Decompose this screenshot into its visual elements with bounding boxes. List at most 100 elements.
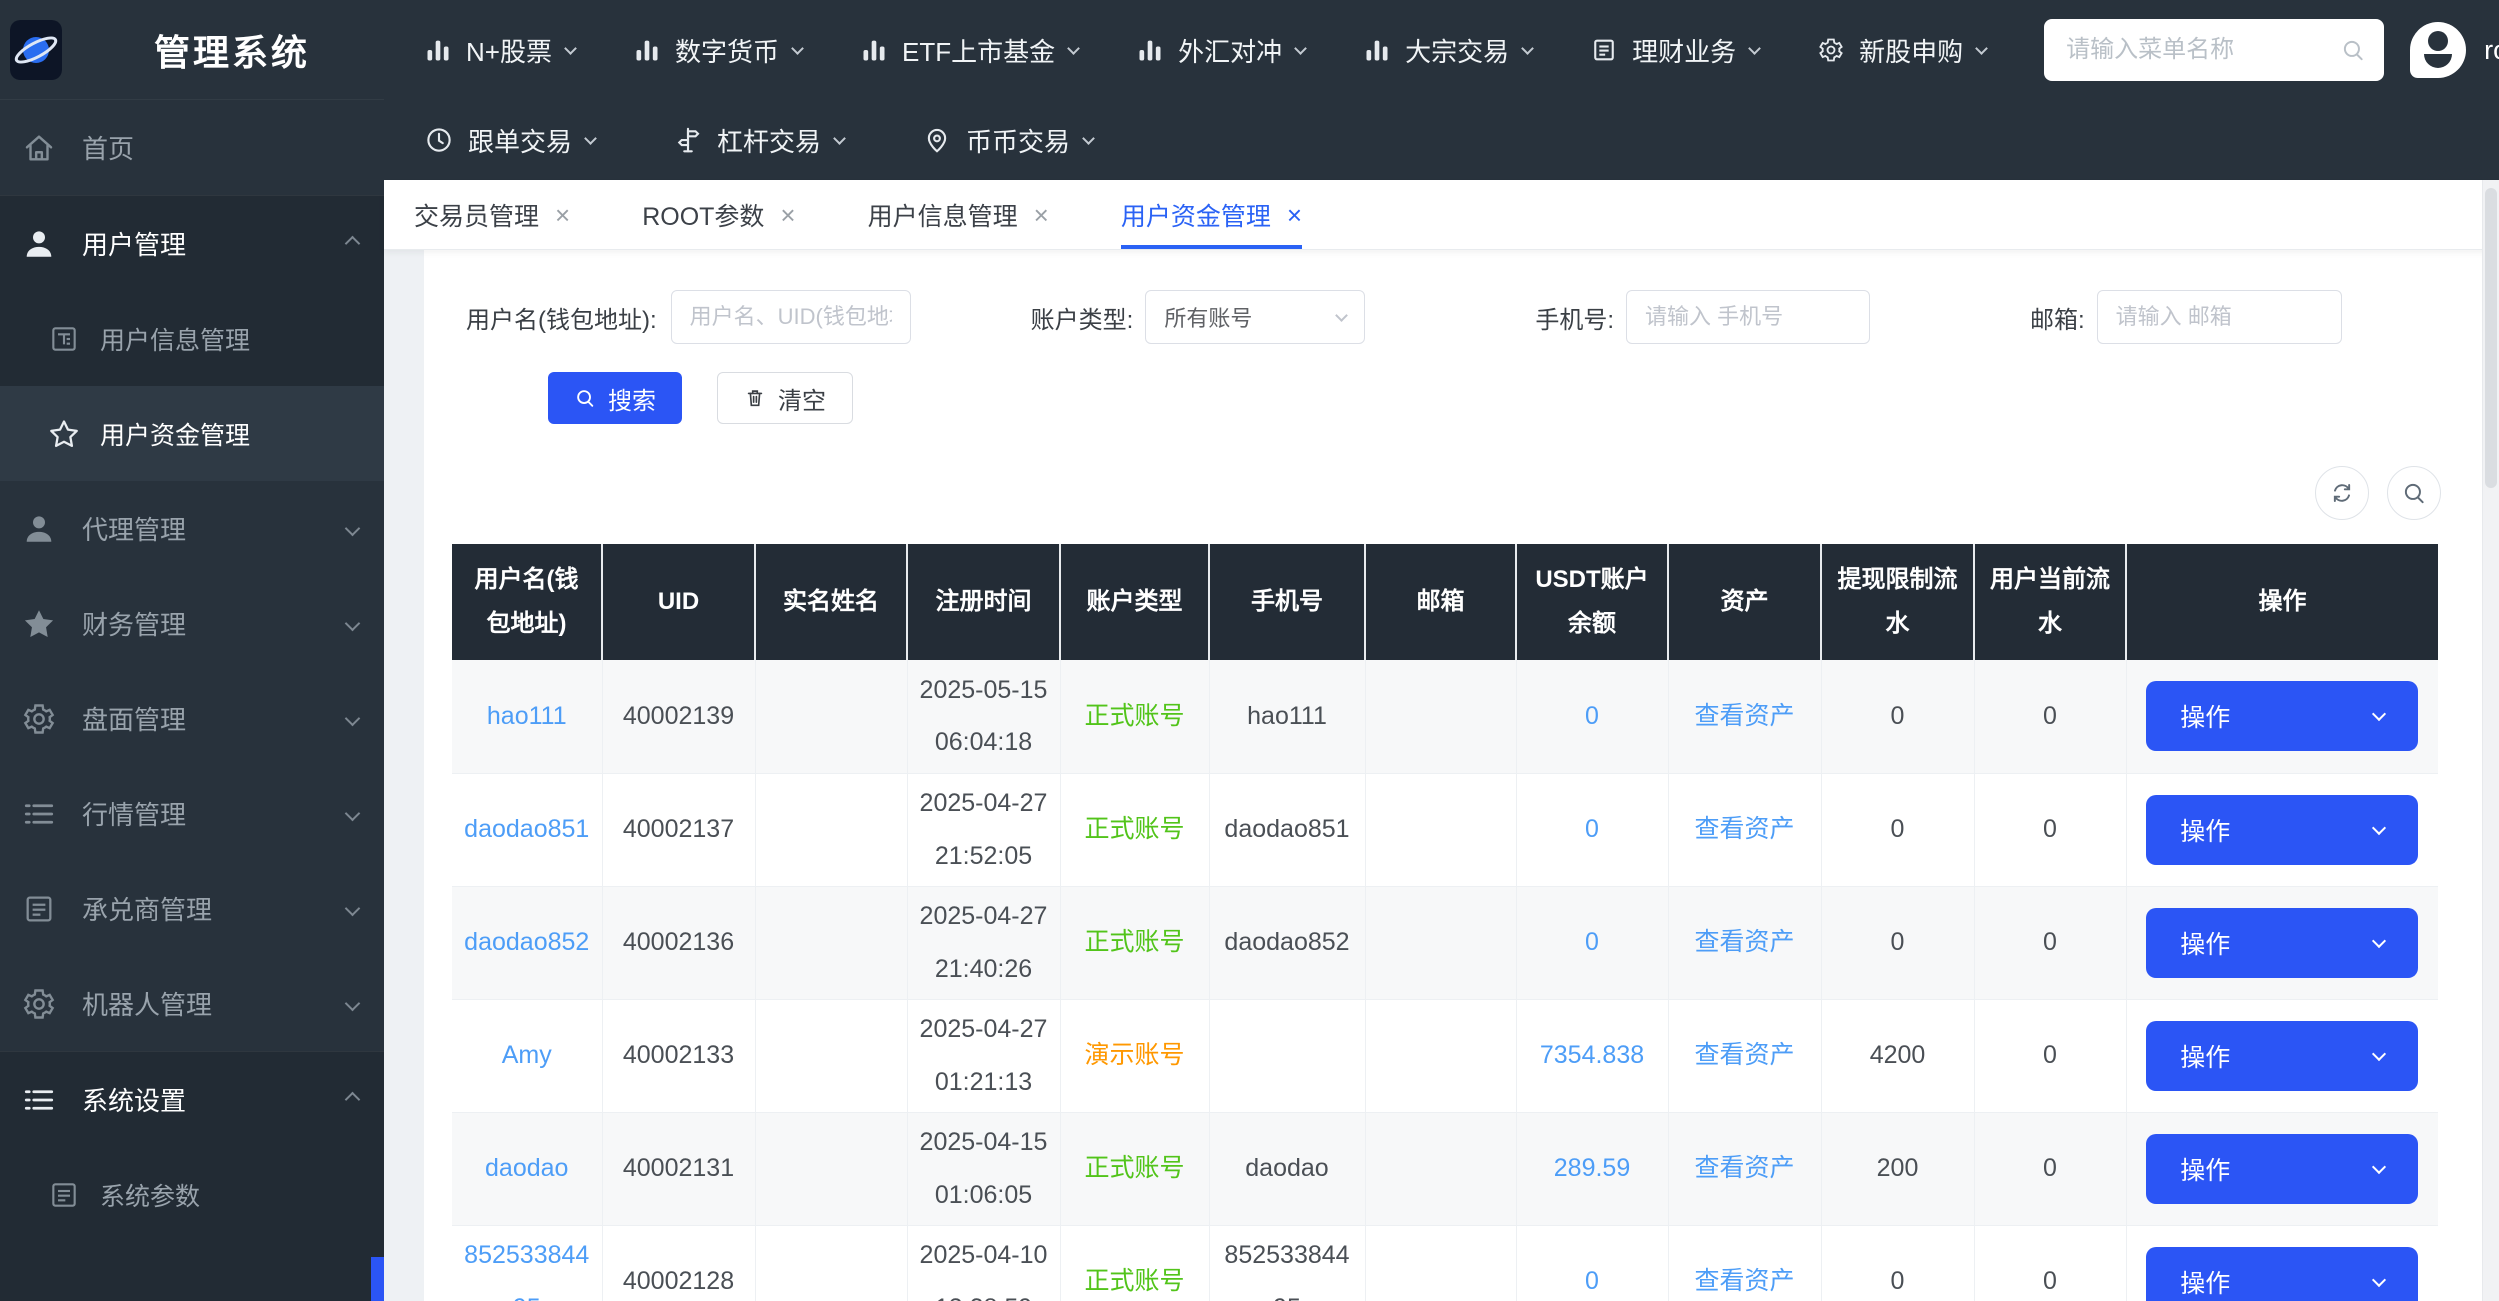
chevron-down-icon (2372, 1272, 2386, 1286)
usdt-balance-link[interactable]: 0 (1585, 928, 1599, 956)
sidebar-menu: 首页 用户管理 用户信息管理 (0, 100, 384, 1301)
usdt-balance-link[interactable]: 0 (1585, 815, 1599, 843)
username-link[interactable]: Amy (502, 1041, 552, 1069)
sidebar-item-system-params[interactable]: 系统参数 (0, 1147, 384, 1242)
current-flow-cell: 0 (1974, 886, 2126, 999)
username-link[interactable]: hao111 (487, 702, 567, 730)
bar-chart-icon (424, 36, 452, 64)
nav-item-spot-trading[interactable]: 币币交易 (922, 122, 1093, 159)
usdt-balance-link[interactable]: 0 (1585, 702, 1599, 730)
chevron-down-icon (791, 42, 804, 55)
chevron-down-icon (1294, 42, 1307, 55)
table-body: hao111 40002139 2025-05-15 06:04:18 正式账号… (452, 660, 2438, 1301)
tab-user-funds-management[interactable]: 用户资金管理 × (1121, 180, 1302, 249)
withdraw-limit-flow-cell: 200 (1821, 1112, 1974, 1225)
nav-item-ipo[interactable]: 新股申购 (1817, 32, 1986, 69)
row-action-button[interactable]: 操作 (2146, 908, 2418, 978)
table-tools (452, 466, 2441, 520)
account-type-badge: 正式账号 (1084, 815, 1184, 843)
row-action-button[interactable]: 操作 (2146, 681, 2418, 751)
content-scrollbar-thumb[interactable] (2485, 188, 2497, 488)
view-assets-link[interactable]: 查看资产 (1694, 1267, 1794, 1295)
email-filter-label: 邮箱: (2030, 300, 2085, 335)
phone-cell: daodao (1209, 1112, 1365, 1225)
uid-cell: 40002137 (602, 773, 755, 886)
usdt-balance-link[interactable]: 0 (1585, 1267, 1599, 1295)
nav-item-forex-hedge[interactable]: 外汇对冲 (1136, 32, 1305, 69)
sidebar-item-home[interactable]: 首页 (0, 100, 384, 195)
row-action-button[interactable]: 操作 (2146, 1021, 2418, 1091)
view-assets-link[interactable]: 查看资产 (1694, 1154, 1794, 1182)
nav-item-block-trade[interactable]: 大宗交易 (1363, 32, 1532, 69)
current-flow-cell: 0 (1974, 660, 2126, 773)
view-assets-link[interactable]: 查看资产 (1694, 1041, 1794, 1069)
clear-button[interactable]: 清空 (717, 372, 853, 424)
nav-item-wealth[interactable]: 理财业务 (1590, 32, 1759, 69)
sidebar-item-user-info-management[interactable]: 用户信息管理 (0, 291, 384, 386)
nav-item-margin-trading[interactable]: 杠杆交易 (673, 122, 844, 159)
table-row: daodao851 40002137 2025-04-27 21:52:05 正… (452, 773, 2438, 886)
user-avatar[interactable] (2410, 22, 2466, 78)
username-link[interactable]: daodao (485, 1154, 568, 1182)
document-icon (46, 1179, 82, 1211)
chevron-down-icon (1975, 42, 1988, 55)
table-row: daodao 40002131 2025-04-15 01:06:05 正式账号… (452, 1112, 2438, 1225)
menu-search-input[interactable] (2066, 36, 2340, 64)
sidebar-item-robot-management[interactable]: 机器人管理 (0, 956, 384, 1051)
sidebar-item-user-management[interactable]: 用户管理 (0, 196, 384, 291)
nav-item-etf-funds[interactable]: ETF上市基金 (860, 32, 1078, 69)
row-action-button[interactable]: 操作 (2146, 1247, 2418, 1301)
account-type-select[interactable]: 所有账号 (1145, 290, 1365, 344)
username-link[interactable]: daodao852 (464, 928, 589, 956)
search-button[interactable]: 搜索 (548, 372, 682, 424)
username-link[interactable]: 85253384495 (464, 1241, 589, 1301)
tab-bar: 交易员管理 × ROOT参数 × 用户信息管理 × 用户资金管理 × (384, 180, 2499, 250)
gear-icon (18, 701, 60, 737)
tab-user-info-management[interactable]: 用户信息管理 × (868, 180, 1049, 249)
phone-cell: 85253384495 (1209, 1225, 1365, 1301)
view-assets-link[interactable]: 查看资产 (1694, 928, 1794, 956)
chevron-down-icon (2372, 820, 2386, 834)
content-scrollbar[interactable] (2482, 180, 2499, 1301)
nav-item-copy-trading[interactable]: 跟单交易 (424, 122, 595, 159)
usdt-balance-link[interactable]: 289.59 (1554, 1154, 1630, 1182)
list-icon (18, 1082, 60, 1118)
user-menu[interactable]: root (2484, 35, 2499, 66)
row-action-button[interactable]: 操作 (2146, 1134, 2418, 1204)
email-cell (1365, 1112, 1516, 1225)
phone-filter-input[interactable] (1626, 290, 1870, 344)
close-icon[interactable]: × (1287, 202, 1302, 228)
username-link[interactable]: daodao851 (464, 815, 589, 843)
sidebar-item-user-funds-management[interactable]: 用户资金管理 (0, 386, 384, 481)
tab-root-params[interactable]: ROOT参数 × (642, 180, 795, 249)
tab-trader-management[interactable]: 交易员管理 × (414, 180, 570, 249)
close-icon[interactable]: × (555, 202, 570, 228)
sidebar-item-board-management[interactable]: 盘面管理 (0, 671, 384, 766)
sidebar-item-market-management[interactable]: 行情管理 (0, 766, 384, 861)
refresh-button[interactable] (2315, 466, 2369, 520)
chevron-down-icon (1748, 42, 1761, 55)
email-filter-input[interactable] (2097, 290, 2342, 344)
chevron-down-icon (2372, 933, 2386, 947)
nav-item-n-stocks[interactable]: N+股票 (424, 32, 575, 69)
close-icon[interactable]: × (1034, 202, 1049, 228)
account-type-badge: 正式账号 (1084, 1267, 1184, 1295)
view-assets-link[interactable]: 查看资产 (1694, 815, 1794, 843)
sidebar-scrollbar-thumb[interactable] (371, 1257, 384, 1301)
register-time-cell: 2025-04-27 21:40:26 (907, 886, 1060, 999)
row-action-button[interactable]: 操作 (2146, 795, 2418, 865)
sidebar-item-finance-management[interactable]: 财务管理 (0, 576, 384, 671)
chevron-down-icon (2372, 1159, 2386, 1173)
username-filter-input[interactable] (671, 290, 911, 344)
table-header: 用户名(钱包地址) UID 实名姓名 注册时间 账户类型 手机号 邮箱 USDT… (452, 544, 2438, 660)
close-icon[interactable]: × (780, 202, 795, 228)
sidebar-item-agent-management[interactable]: 代理管理 (0, 481, 384, 576)
nav-item-crypto[interactable]: 数字货币 (633, 32, 802, 69)
sidebar-item-acceptor-management[interactable]: 承兑商管理 (0, 861, 384, 956)
sidebar-item-system-settings[interactable]: 系统设置 (0, 1052, 384, 1147)
usdt-balance-link[interactable]: 7354.838 (1540, 1041, 1644, 1069)
chevron-down-icon (345, 711, 361, 727)
menu-search-box (2044, 19, 2384, 81)
table-search-button[interactable] (2387, 466, 2441, 520)
view-assets-link[interactable]: 查看资产 (1694, 702, 1794, 730)
